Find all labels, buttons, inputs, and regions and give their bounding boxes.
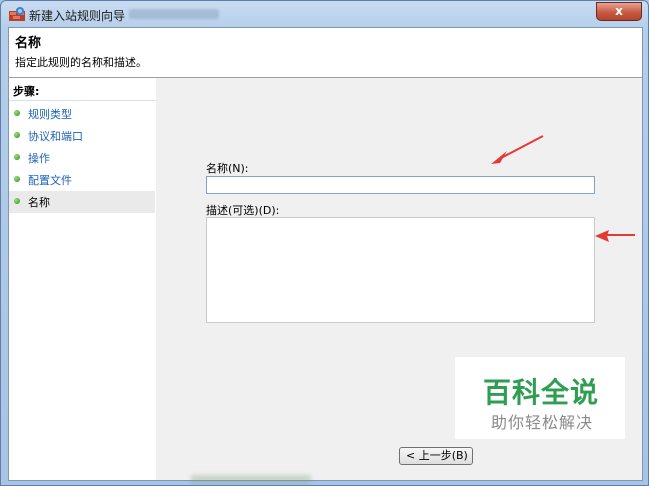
title-blur-region: [129, 9, 219, 19]
step-label: 操作: [28, 152, 50, 165]
step-label: 规则类型: [28, 108, 72, 121]
page-header: 名称 指定此规则的名称和描述。: [9, 28, 642, 78]
step-bullet-icon: [14, 154, 20, 160]
close-icon: x: [615, 4, 623, 18]
title-bar[interactable]: 新建入站规则向导 x: [1, 1, 648, 27]
watermark-brand: 百科全说: [483, 376, 600, 409]
step-profile[interactable]: 配置文件: [9, 169, 155, 191]
bottom-blur-region: [191, 475, 311, 483]
step-bullet-icon: [14, 176, 20, 182]
steps-title: 步骤:: [13, 85, 40, 98]
step-bullet-icon: [14, 198, 20, 204]
step-protocol-ports[interactable]: 协议和端口: [9, 125, 155, 147]
step-rule-type[interactable]: 规则类型: [9, 103, 155, 125]
watermark-logo: 百科全说 助你轻松解决: [455, 357, 625, 439]
step-bullet-icon: [14, 110, 20, 116]
step-label: 协议和端口: [28, 130, 83, 143]
page-description: 指定此规则的名称和描述。: [15, 56, 147, 69]
step-label: 名称: [28, 196, 50, 209]
annotation-arrow-icon: [595, 230, 635, 242]
close-button[interactable]: x: [596, 2, 642, 21]
steps-divider: [9, 100, 156, 101]
firewall-app-icon: [9, 7, 25, 21]
page-title: 名称: [15, 36, 42, 51]
step-label: 配置文件: [28, 174, 72, 187]
steps-sidebar: 步骤: 规则类型 协议和端口 操作 配置文件 名称: [9, 78, 156, 480]
step-bullet-icon: [14, 132, 20, 138]
annotation-arrow-icon: [491, 135, 544, 164]
watermark-slogan: 助你轻松解决: [491, 413, 594, 432]
step-action[interactable]: 操作: [9, 147, 155, 169]
name-label: 名称(N):: [206, 162, 249, 175]
description-label: 描述(可选)(D):: [206, 204, 280, 217]
window-title: 新建入站规则向导: [29, 9, 126, 23]
description-input[interactable]: [206, 217, 595, 323]
name-input[interactable]: [206, 176, 595, 194]
wizard-window: 新建入站规则向导 x 名称 指定此规则的名称和描述。 步骤: 规则类型 协议和端…: [0, 0, 649, 486]
back-button[interactable]: < 上一步(B): [399, 447, 473, 465]
step-name[interactable]: 名称: [9, 191, 155, 213]
